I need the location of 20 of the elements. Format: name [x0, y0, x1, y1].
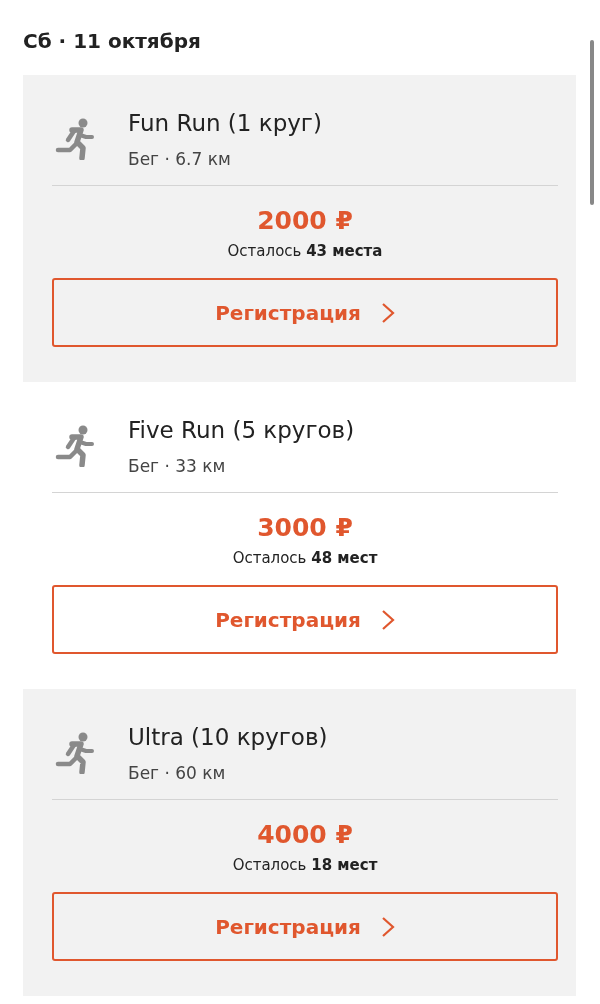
event-details: Бег · 6.7 км [128, 148, 232, 171]
price: 2000 ₽ [256, 205, 354, 237]
register-button[interactable]: Регистрация [52, 278, 558, 347]
seats-remaining: Осталось 43 места [226, 241, 384, 262]
event-details: Бег · 33 км [128, 455, 227, 478]
event-title: Fun Run (1 круг) [128, 109, 322, 138]
price: 4000 ₽ [256, 819, 354, 851]
chevron-icon [380, 608, 395, 631]
price: 3000 ₽ [256, 512, 354, 544]
event-details: Бег · 60 км [128, 762, 227, 785]
register-button[interactable]: Регистрация [52, 892, 558, 961]
seats-remaining: Осталось 48 мест [231, 548, 379, 569]
chevron-icon [380, 915, 395, 938]
event-title: Five Run (5 кругов) [128, 416, 355, 445]
event-title: Ultra (10 кругов) [128, 723, 328, 752]
register-button[interactable]: Регистрация [52, 585, 558, 654]
scrollbar[interactable] [590, 40, 594, 205]
date-heading: Сб · 11 октября [23, 28, 202, 55]
seats-remaining: Осталось 18 мест [231, 855, 379, 876]
chevron-icon [380, 301, 395, 324]
